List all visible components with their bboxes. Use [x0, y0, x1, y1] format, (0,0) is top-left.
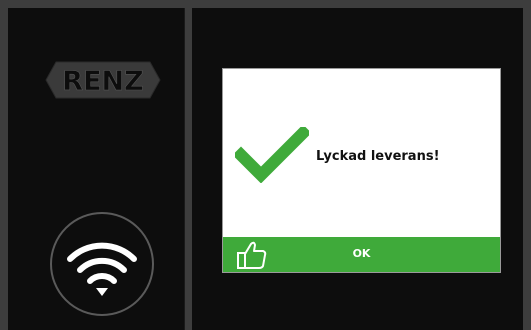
- ok-button[interactable]: OK: [223, 237, 500, 272]
- renz-logo: RENZ: [44, 60, 162, 100]
- wifi-icon: [67, 242, 137, 296]
- status-message: Lyckad leverans!: [316, 149, 440, 164]
- status-dialog: Lyckad leverans! OK: [222, 68, 501, 273]
- logo-text: RENZ: [62, 66, 143, 97]
- left-panel: RENZ: [8, 8, 185, 330]
- ok-label: OK: [352, 247, 371, 260]
- wifi-button[interactable]: [50, 212, 154, 316]
- checkmark-icon: [235, 127, 309, 183]
